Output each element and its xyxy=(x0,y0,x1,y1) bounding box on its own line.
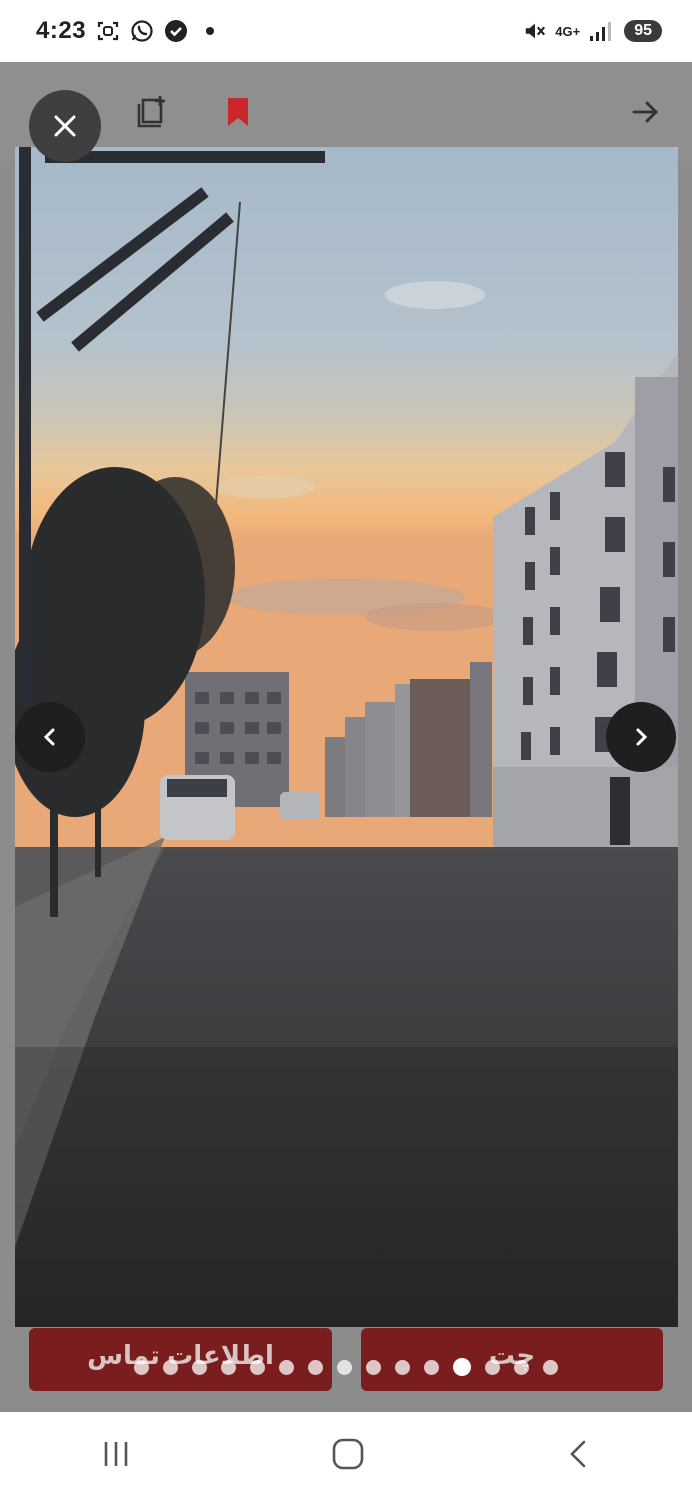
pagination-dot[interactable] xyxy=(366,1359,381,1375)
next-image-button[interactable] xyxy=(606,702,676,772)
pagination-dot-active[interactable] xyxy=(453,1358,471,1376)
pagination-dot[interactable] xyxy=(279,1359,294,1375)
whatsapp-icon xyxy=(130,19,154,43)
pagination-dot[interactable] xyxy=(221,1359,236,1375)
pagination-dot[interactable] xyxy=(250,1359,265,1375)
mute-icon xyxy=(523,19,547,43)
chevron-left-icon xyxy=(43,728,55,746)
pagination-dot[interactable] xyxy=(543,1359,558,1375)
bookmark-icon[interactable] xyxy=(222,92,254,132)
close-icon xyxy=(54,115,76,137)
pagination-dot[interactable] xyxy=(308,1359,323,1375)
signal-icon xyxy=(588,19,612,43)
recents-icon[interactable] xyxy=(100,1438,132,1475)
back-icon[interactable] xyxy=(564,1438,592,1475)
status-time: 4:23 xyxy=(36,17,87,44)
home-icon[interactable] xyxy=(331,1437,365,1476)
dot-icon xyxy=(198,19,222,43)
pagination-dot[interactable] xyxy=(337,1359,352,1375)
gallery-pagination[interactable] xyxy=(0,1358,692,1376)
gallery-photo[interactable] xyxy=(15,147,678,1327)
system-nav-bar xyxy=(0,1412,692,1500)
status-bar: 4:23 4G+ 95 xyxy=(0,0,692,62)
screenshot-icon xyxy=(96,19,120,43)
pagination-dot[interactable] xyxy=(192,1359,207,1375)
chevron-right-icon xyxy=(636,728,648,746)
shield-check-icon xyxy=(164,19,188,43)
forward-arrow-icon[interactable] xyxy=(626,92,666,132)
pagination-dot[interactable] xyxy=(163,1359,178,1375)
pagination-dot[interactable] xyxy=(424,1359,439,1375)
pagination-dot[interactable] xyxy=(134,1359,149,1375)
pagination-dot[interactable] xyxy=(395,1359,410,1375)
pagination-dot[interactable] xyxy=(514,1359,529,1375)
pagination-dot[interactable] xyxy=(485,1359,500,1375)
network-label: 4G+ xyxy=(555,23,581,39)
add-to-list-icon[interactable] xyxy=(132,92,172,132)
battery-badge: 95 xyxy=(624,20,662,42)
close-button[interactable] xyxy=(29,90,101,162)
previous-image-button[interactable] xyxy=(15,702,85,772)
